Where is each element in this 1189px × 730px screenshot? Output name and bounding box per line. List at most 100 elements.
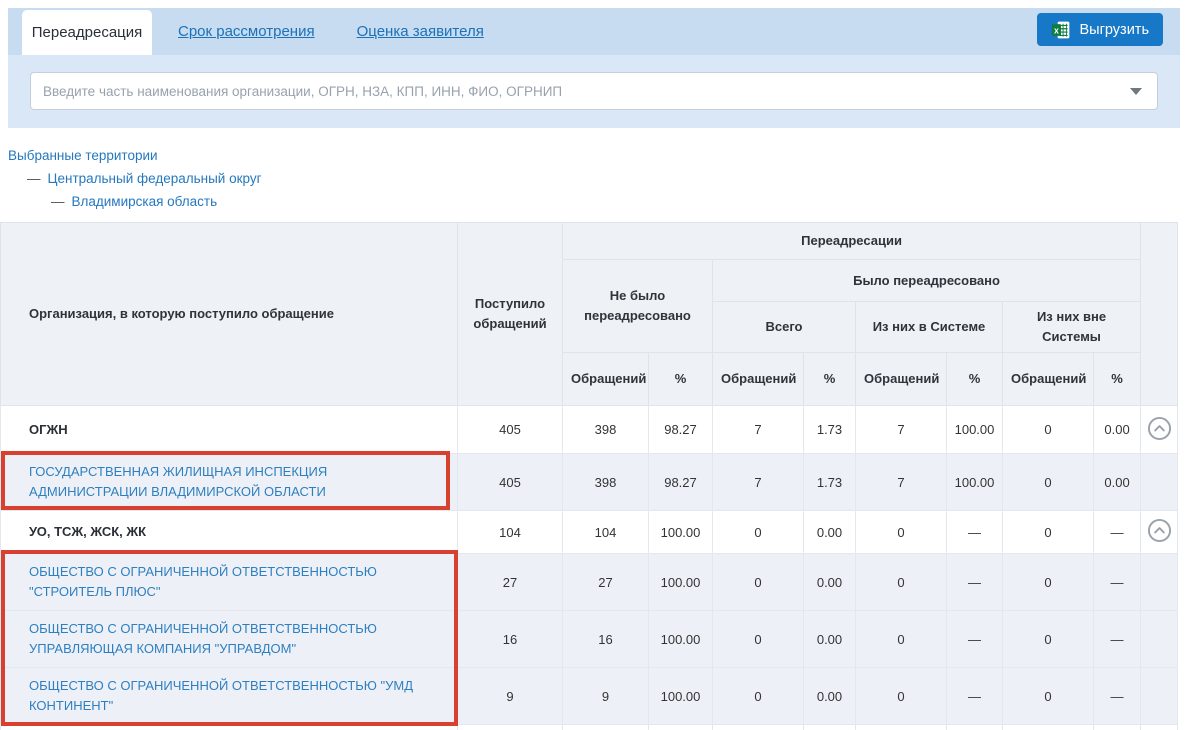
value-cell: 0.00 <box>804 668 856 725</box>
org-cell: ОБЩЕСТВО С ОГРАНИЧЕННОЙ ОТВЕТСТВЕННОСТЬЮ… <box>1 668 458 725</box>
tab-review-period[interactable]: Срок рассмотрения <box>178 23 315 40</box>
value-cell <box>563 725 649 730</box>
value-cell: — <box>1094 511 1141 554</box>
value-cell: 398 <box>563 406 649 454</box>
value-cell: 9 <box>458 668 563 725</box>
expand-cell <box>1141 511 1178 554</box>
expand-cell <box>1141 406 1178 454</box>
col-header-redirected: Было переадресовано <box>713 260 1141 302</box>
value-cell <box>1094 725 1141 730</box>
value-cell: 0.00 <box>804 511 856 554</box>
tab-applicant-rating[interactable]: Оценка заявителя <box>357 23 484 40</box>
col-header-appeals: Обращений <box>856 353 947 406</box>
org-cell: ОБЩЕСТВО С ОГРАНИЧЕННОЙ ОТВЕТСТВЕННОСТЬЮ… <box>1 554 458 611</box>
org-group-label: ОГЖН <box>29 422 68 437</box>
value-cell: 0 <box>713 554 804 611</box>
table-row: ОБЩЕСТВО С ОГРАНИЧЕННОЙ ОТВЕТСТВЕННОСТЬЮ… <box>1 554 1178 611</box>
org-link[interactable]: ОБЩЕСТВО С ОГРАНИЧЕННОЙ ОТВЕТСТВЕННОСТЬЮ… <box>29 678 413 713</box>
col-header-percent: % <box>1094 353 1141 406</box>
dropdown-caret-icon[interactable] <box>1130 88 1142 95</box>
value-cell: 0 <box>1003 511 1094 554</box>
value-cell: 7 <box>713 406 804 454</box>
territories-block: Выбранные территории — Центральный федера… <box>8 147 262 211</box>
value-cell <box>804 725 856 730</box>
tab-links: Срок рассмотрения Оценка заявителя <box>178 8 484 55</box>
value-cell: 16 <box>458 611 563 668</box>
col-header-appeals: Обращений <box>713 353 804 406</box>
col-header-percent: % <box>947 353 1003 406</box>
value-cell: 0 <box>856 668 947 725</box>
value-cell <box>649 725 713 730</box>
tab-redirection[interactable]: Переадресация <box>22 10 152 55</box>
tab-redirection-label: Переадресация <box>32 24 143 41</box>
org-group-label: УО, ТСЖ, ЖСК, ЖК <box>29 524 146 539</box>
territory-item: — Владимирская область <box>51 193 262 211</box>
value-cell <box>1003 725 1094 730</box>
export-button-label: Выгрузить <box>1080 22 1149 38</box>
value-cell: 27 <box>563 554 649 611</box>
col-header-expand <box>1141 223 1178 406</box>
value-cell: 0 <box>713 611 804 668</box>
value-cell: 100.00 <box>649 511 713 554</box>
value-cell: 0 <box>1003 554 1094 611</box>
territory-link-federal-district[interactable]: Центральный федеральный округ <box>48 171 262 186</box>
value-cell: — <box>1094 611 1141 668</box>
chevron-up-circle-icon <box>1147 518 1172 543</box>
col-header-appeals: Обращений <box>563 353 649 406</box>
value-cell: 398 <box>563 454 649 511</box>
col-header-organization: Организация, в которую поступило обращен… <box>1 223 458 406</box>
value-cell: 0 <box>713 668 804 725</box>
col-header-not-redirected: Не было переадресовано <box>563 260 713 353</box>
value-cell <box>947 725 1003 730</box>
col-header-out-system: Из них вне Системы <box>1003 302 1141 353</box>
filter-panel <box>8 55 1180 128</box>
table-header: Организация, в которую поступило обращен… <box>1 223 1178 406</box>
value-cell: — <box>1094 668 1141 725</box>
territory-item: — Центральный федеральный округ <box>27 170 262 188</box>
value-cell: 27 <box>458 554 563 611</box>
value-cell: 100.00 <box>947 406 1003 454</box>
org-link[interactable]: ОБЩЕСТВО С ОГРАНИЧЕННОЙ ОТВЕТСТВЕННОСТЬЮ… <box>29 564 377 599</box>
chevron-up-circle-icon <box>1147 416 1172 441</box>
org-link[interactable]: ГОСУДАРСТВЕННАЯ ЖИЛИЩНАЯ ИНСПЕКЦИЯ АДМИН… <box>29 464 327 499</box>
value-cell: 98.27 <box>649 406 713 454</box>
col-header-percent: % <box>649 353 713 406</box>
value-cell: 98.27 <box>649 454 713 511</box>
value-cell: 0.00 <box>804 611 856 668</box>
value-cell: 0 <box>1003 406 1094 454</box>
value-cell: 100.00 <box>947 454 1003 511</box>
expand-cell <box>1141 668 1178 725</box>
value-cell: 0 <box>713 511 804 554</box>
territory-link-region[interactable]: Владимирская область <box>72 194 218 209</box>
excel-icon: x <box>1051 20 1071 40</box>
value-cell: 9 <box>563 668 649 725</box>
value-cell: — <box>947 554 1003 611</box>
value-cell <box>856 725 947 730</box>
collapse-button[interactable] <box>1147 416 1172 441</box>
value-cell: 7 <box>856 406 947 454</box>
organization-search-input[interactable] <box>30 72 1158 110</box>
value-cell: 405 <box>458 406 563 454</box>
org-cell <box>1 725 458 730</box>
territory-dash: — <box>27 171 41 186</box>
value-cell: 0 <box>1003 611 1094 668</box>
value-cell: 104 <box>563 511 649 554</box>
table-row: УО, ТСЖ, ЖСК, ЖК 104 104 100.00 0 0.00 0… <box>1 511 1178 554</box>
territory-dash: — <box>51 194 65 209</box>
org-cell: ОБЩЕСТВО С ОГРАНИЧЕННОЙ ОТВЕТСТВЕННОСТЬЮ… <box>1 611 458 668</box>
value-cell: 100.00 <box>649 611 713 668</box>
value-cell: — <box>947 511 1003 554</box>
expand-cell <box>1141 725 1178 730</box>
value-cell <box>458 725 563 730</box>
svg-text:x: x <box>1053 25 1058 35</box>
export-button[interactable]: x Выгрузить <box>1037 13 1163 46</box>
col-header-total: Всего <box>713 302 856 353</box>
collapse-button[interactable] <box>1147 518 1172 543</box>
redirection-report-table: Организация, в которую поступило обращен… <box>0 222 1178 730</box>
report-table-body: ОГЖН 405 398 98.27 7 1.73 7 100.00 0 0.0… <box>1 406 1178 730</box>
table-row: ОБЩЕСТВО С ОГРАНИЧЕННОЙ ОТВЕТСТВЕННОСТЬЮ… <box>1 668 1178 725</box>
col-header-received: Поступило обращений <box>458 223 563 406</box>
org-link[interactable]: ОБЩЕСТВО С ОГРАНИЧЕННОЙ ОТВЕТСТВЕННОСТЬЮ… <box>29 621 377 656</box>
territories-title: Выбранные территории <box>8 147 262 165</box>
value-cell: 0 <box>1003 454 1094 511</box>
